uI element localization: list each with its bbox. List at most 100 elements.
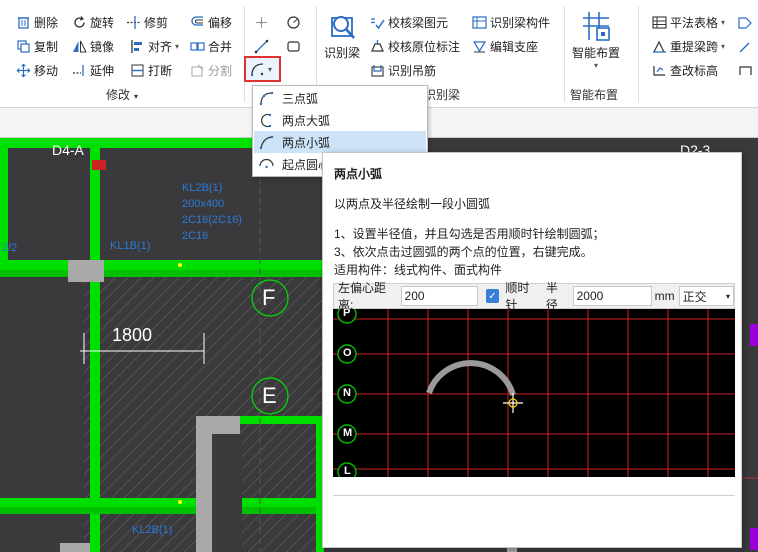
trim-icon — [126, 15, 141, 30]
menu-item-label: 两点大弧 — [282, 113, 331, 128]
label-d4a: D4-A — [52, 142, 84, 158]
point-tool-button[interactable] — [254, 12, 269, 32]
three-point-arc-icon — [259, 91, 274, 106]
line-icon — [254, 39, 269, 54]
mirror-label: 镜像 — [90, 39, 115, 54]
move-label: 移动 — [34, 63, 59, 78]
merge-button[interactable]: 合并 — [190, 36, 232, 56]
align-icon — [130, 39, 145, 54]
two-point-large-arc-icon — [259, 113, 274, 128]
change-elevation-button[interactable]: 查改标高 — [652, 60, 718, 80]
divider — [638, 6, 639, 102]
extend-button[interactable]: 延伸 — [72, 60, 114, 80]
mirror-button[interactable]: 镜像 — [72, 36, 114, 56]
offset-label: 偏移 — [208, 15, 233, 30]
extend-icon — [72, 63, 87, 78]
check-annotation-button[interactable]: 校核原位标注 — [370, 36, 460, 56]
dimension-1800: 1800 — [112, 325, 153, 345]
small-left-label: 2/2 — [2, 242, 18, 254]
identify-beam-button[interactable]: 识别梁 — [322, 10, 362, 61]
rehang-span-button[interactable]: 重提梁跨 ▾ — [652, 36, 725, 56]
copy-button[interactable]: 复制 — [16, 36, 58, 56]
tooltip-step-3: 3、依次点击过圆弧的两个点的位置，右键完成。 — [334, 245, 593, 259]
split-button[interactable]: 分割 — [190, 60, 232, 80]
axis-label-n: N — [343, 387, 351, 399]
line-tool-button[interactable] — [254, 36, 269, 56]
demo-animation: P O N M L — [333, 309, 735, 477]
merge-icon — [190, 39, 205, 54]
menu-item-three-point-arc[interactable]: 三点弧 — [254, 87, 426, 109]
rotate-button[interactable]: 旋转 — [72, 12, 114, 32]
hanger-rebar-label: 识别吊筋 — [388, 63, 437, 78]
delete-label: 删除 — [34, 15, 59, 30]
axis-label-f: F — [262, 285, 276, 310]
extra-tool-button-3[interactable] — [738, 60, 753, 80]
tooltip-divider — [333, 495, 735, 496]
mode-value: 正交 — [682, 289, 707, 304]
extend-label: 延伸 — [90, 63, 115, 78]
unit-label: mm — [654, 289, 675, 303]
move-icon — [16, 63, 31, 78]
point-icon — [254, 15, 269, 30]
circle-tool-button[interactable] — [286, 12, 301, 32]
delete-button[interactable]: 删除 — [16, 12, 58, 32]
align-button[interactable]: 对齐 ▾ — [130, 36, 179, 56]
edit-support-button[interactable]: 编辑支座 — [472, 36, 538, 56]
change-elevation-label: 查改标高 — [670, 63, 719, 78]
two-point-small-arc-icon — [259, 135, 274, 150]
identify-hanger-button[interactable]: 识别吊筋 — [370, 60, 436, 80]
menu-item-label: 三点弧 — [282, 91, 319, 106]
axis-label-e: E — [262, 383, 277, 408]
wand-icon — [738, 39, 753, 54]
arc-tool-button[interactable]: ▾ — [244, 56, 281, 82]
break-button[interactable]: 打断 — [130, 60, 172, 80]
flat-table-label: 平法表格 — [670, 15, 719, 30]
clockwise-label: 顺时针 — [505, 281, 530, 312]
axis-label-m: M — [343, 427, 353, 439]
modify-group-text: 修改 — [106, 88, 131, 102]
tag-icon — [738, 15, 753, 30]
extra-tool-button-2[interactable] — [738, 36, 753, 56]
modify-group-label[interactable]: 修改 ▾ — [106, 86, 138, 103]
menu-item-two-point-large-arc[interactable]: 两点大弧 — [254, 109, 426, 131]
tooltip-applicable: 适用构件：线式构件、面式构件 — [334, 263, 503, 277]
clockwise-checkbox: ✓ — [485, 289, 500, 303]
rotate-icon — [72, 15, 87, 30]
rectangle-tool-button[interactable] — [286, 36, 301, 56]
identify-beam-label: 识别梁 — [323, 46, 360, 60]
chevron-down-icon: ▾ — [593, 61, 598, 70]
identify-beam-icon — [326, 10, 358, 44]
flat-table-button[interactable]: 平法表格 ▾ — [652, 12, 725, 32]
break-label: 打断 — [148, 63, 173, 78]
break-icon — [130, 63, 145, 78]
smart-layout-button[interactable]: 智能布置 ▾ — [568, 10, 624, 70]
divider — [244, 6, 245, 102]
edit-support-icon — [472, 39, 487, 54]
elevation-icon — [652, 63, 667, 78]
menu-item-label: 两点小弧 — [282, 135, 331, 150]
offset-input: 200 — [400, 286, 478, 306]
beam-annotation-bottom: KL2B(1) — [132, 524, 173, 536]
offset-button[interactable]: 偏移 — [190, 12, 232, 32]
smart-layout-icon — [579, 10, 613, 44]
beam-annotation-left: KL1B(1) — [110, 240, 151, 252]
chevron-down-icon: ▾ — [721, 41, 726, 51]
table-icon — [652, 15, 667, 30]
beam-component-label: 识别梁构件 — [490, 15, 551, 30]
edit-support-label: 编辑支座 — [490, 39, 539, 54]
check-beam-icon — [370, 15, 385, 30]
extra-tool-button[interactable] — [738, 12, 753, 32]
trim-label: 修剪 — [144, 15, 169, 30]
tool-tooltip: 两点小弧 以两点及半径绘制一段小圆弧 1、设置半径值，并且勾选是否用顺时针绘制圆… — [322, 152, 742, 548]
tooltip-description: 以两点及半径绘制一段小圆弧 — [334, 197, 491, 211]
offset-label: 左偏心距离: — [338, 281, 387, 312]
mode-select: 正交 ▾ — [678, 286, 735, 306]
trim-button[interactable]: 修剪 — [126, 12, 168, 32]
move-button[interactable]: 移动 — [16, 60, 58, 80]
tooltip-step-1: 1、设置半径值，并且勾选是否用顺时针绘制圆弧； — [334, 227, 605, 241]
check-beam-elements-button[interactable]: 校核梁图元 — [370, 12, 448, 32]
identify-beam-components-button[interactable]: 识别梁构件 — [472, 12, 550, 32]
rectangle-icon — [286, 39, 301, 54]
menu-item-two-point-small-arc[interactable]: 两点小弧 — [254, 131, 426, 153]
rehang-span-label: 重提梁跨 — [670, 39, 719, 54]
